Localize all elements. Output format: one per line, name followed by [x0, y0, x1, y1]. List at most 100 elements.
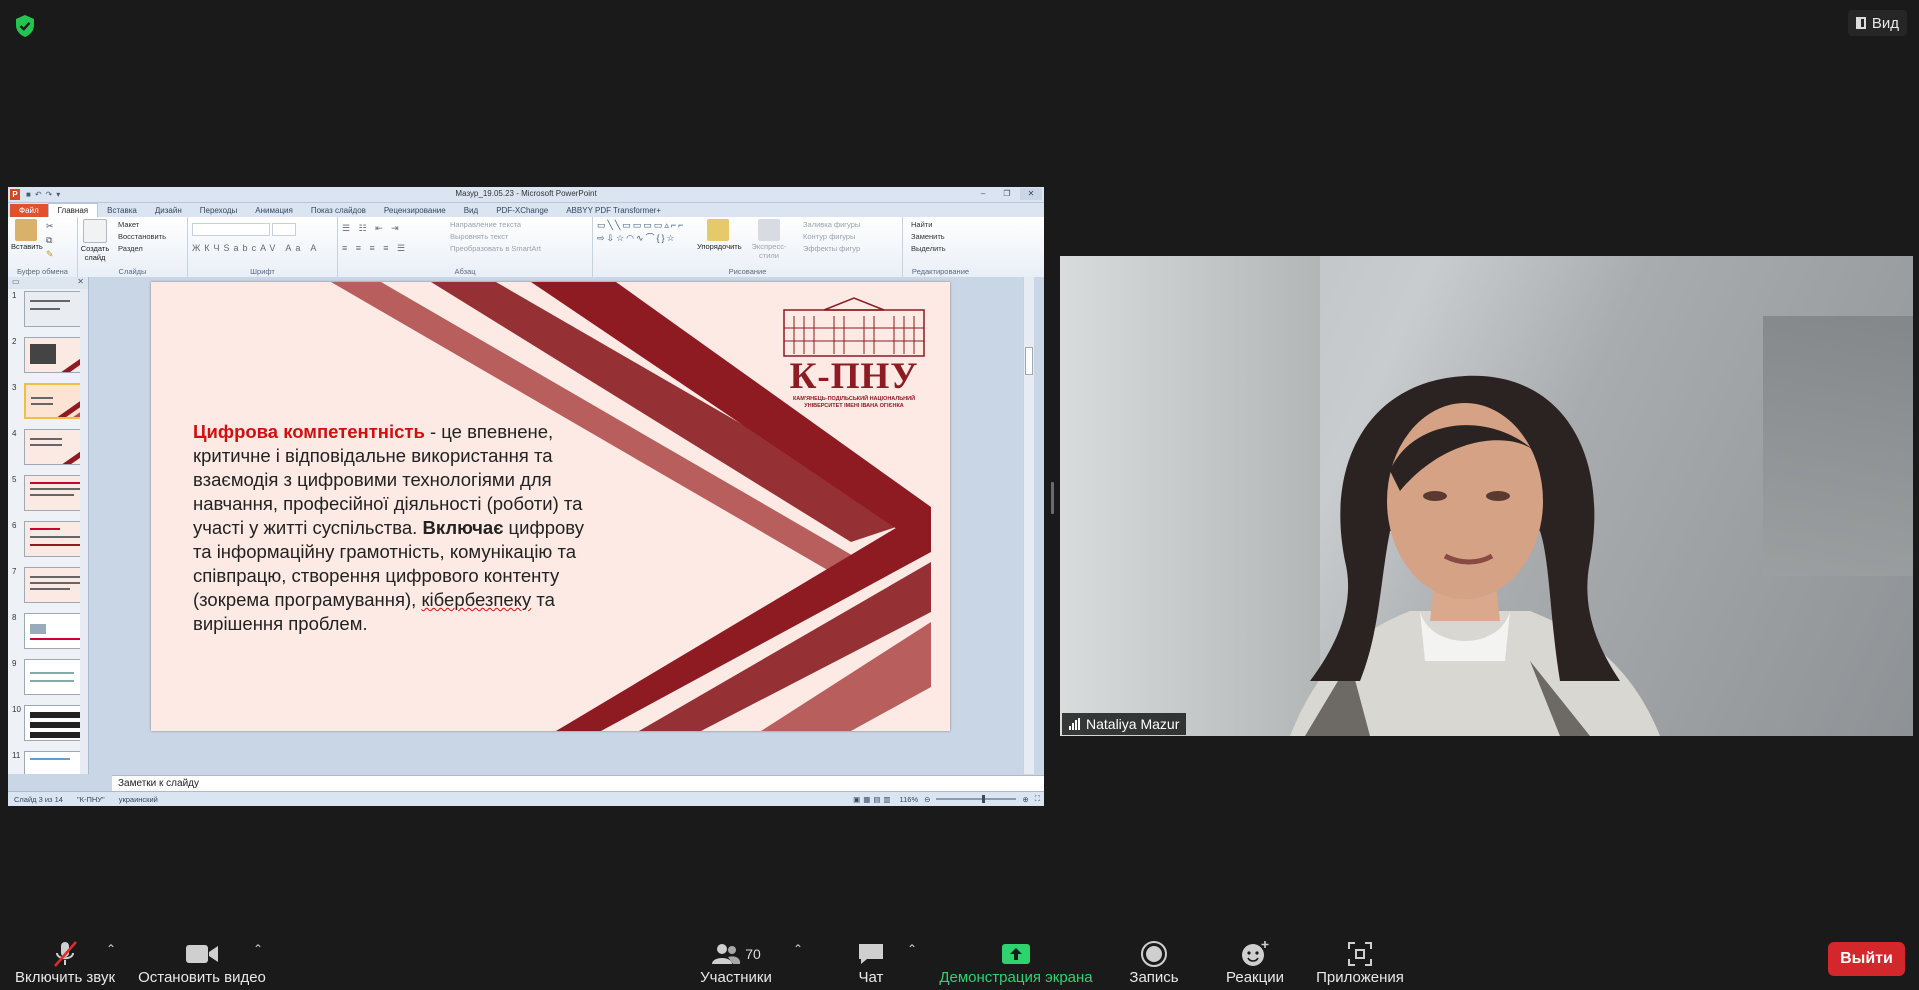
slide-thumbnail[interactable]: [24, 475, 88, 511]
thumbnail-row[interactable]: 6: [8, 519, 88, 565]
tab-insert[interactable]: Вставка: [98, 204, 146, 217]
shapes-gallery[interactable]: ▭╲╲▭▭▭▭▵⌐⌐⇨⇩☆◠∿⌒{}☆: [597, 219, 689, 261]
tab-design[interactable]: Дизайн: [146, 204, 191, 217]
slide-thumbnail[interactable]: [24, 705, 88, 741]
screen-share-button[interactable]: Демонстрация экрана: [934, 939, 1098, 986]
fit-slide-icon[interactable]: ⛶: [1035, 794, 1040, 804]
close-icon[interactable]: ✕: [1020, 188, 1042, 200]
thumbnail-row[interactable]: 4: [8, 427, 88, 473]
section-button[interactable]: Раздел: [118, 243, 166, 255]
participants-button[interactable]: 70 Участники: [692, 939, 780, 986]
thumbnail-row[interactable]: 2: [8, 335, 88, 381]
split-view-handle[interactable]: [1051, 482, 1054, 514]
video-options-chevron-up-icon[interactable]: ⌃: [253, 942, 263, 956]
tab-home[interactable]: Главная: [47, 203, 99, 217]
tab-abbyy[interactable]: ABBYY PDF Transformer+: [557, 204, 670, 217]
thumbs-tab-icon[interactable]: ▭: [12, 277, 20, 289]
quick-styles-button[interactable]: Экспресс-стили: [743, 219, 795, 260]
leave-meeting-button[interactable]: Выйти: [1828, 942, 1905, 976]
align-icons[interactable]: ≡ ≡ ≡ ≡ ☰: [342, 243, 408, 254]
slide-thumbnail[interactable]: [24, 659, 88, 695]
thumbnail-row[interactable]: 11: [8, 749, 88, 774]
thumbnail-row[interactable]: 3: [8, 381, 88, 427]
chat-button[interactable]: Чат: [840, 939, 902, 986]
slide-thumbnail[interactable]: [24, 291, 88, 327]
slide-scrollbar-thumb[interactable]: [1025, 347, 1033, 375]
unmute-button[interactable]: Включить звук: [12, 939, 118, 986]
zoom-out-icon[interactable]: ⊖: [924, 795, 930, 804]
align-text-button[interactable]: Выровнять текст: [450, 231, 541, 243]
slide-thumbnail[interactable]: [24, 751, 88, 774]
view-buttons[interactable]: ▣▦▤▥: [853, 795, 893, 804]
thumbnail-row[interactable]: 1: [8, 289, 88, 335]
text-direction-button[interactable]: Направление текста: [450, 219, 541, 231]
thumbnail-row[interactable]: 8: [8, 611, 88, 657]
slide-thumbnail[interactable]: [24, 521, 88, 557]
font-format-icons[interactable]: ЖКЧSabcAV Aa A: [192, 243, 320, 253]
record-button[interactable]: Запись: [1122, 939, 1186, 986]
participants-options-chevron-up-icon[interactable]: ⌃: [793, 942, 803, 956]
slide-thumbnail[interactable]: [24, 613, 88, 649]
shape-fill-button[interactable]: Заливка фигуры: [803, 219, 860, 231]
zoom-in-icon[interactable]: ⊕: [1022, 795, 1028, 804]
security-shield-icon[interactable]: [14, 14, 36, 38]
slides-group-label: Слайды: [118, 267, 147, 276]
audio-options-chevron-up-icon[interactable]: ⌃: [106, 942, 116, 956]
thumbs-close-icon[interactable]: ✕: [77, 277, 84, 289]
university-logo: К-ПНУ КАМ'ЯНЕЦЬ-ПОДІЛЬСЬКИЙ НАЦІОНАЛЬНИЙ…: [774, 296, 934, 409]
select-button[interactable]: Выделить: [911, 243, 946, 255]
logo-subtitle-2: УНІВЕРСИТЕТ ІМЕНІ ІВАНА ОГІЄНКА: [804, 403, 904, 409]
thumbnail-number: 6: [12, 521, 17, 530]
tab-pdf-xchange[interactable]: PDF-XChange: [487, 204, 557, 217]
paste-button[interactable]: Вставить: [11, 219, 43, 251]
shape-effects-button[interactable]: Эффекты фигур: [803, 243, 860, 255]
tab-slideshow[interactable]: Показ слайдов: [302, 204, 375, 217]
apps-button[interactable]: Приложения: [1312, 939, 1408, 986]
tab-view[interactable]: Вид: [455, 204, 487, 217]
current-slide[interactable]: К-ПНУ КАМ'ЯНЕЦЬ-ПОДІЛЬСЬКИЙ НАЦІОНАЛЬНИЙ…: [151, 282, 950, 731]
thumbnail-row[interactable]: 7: [8, 565, 88, 611]
slide-thumbnail[interactable]: [24, 567, 88, 603]
replace-button[interactable]: Заменить: [911, 231, 946, 243]
find-button[interactable]: Найти: [911, 219, 946, 231]
thumbnails-scrollbar[interactable]: [80, 289, 88, 774]
maximize-icon[interactable]: ❐: [996, 188, 1018, 200]
new-slide-button[interactable]: Создать слайд: [80, 219, 110, 262]
chat-options-chevron-up-icon[interactable]: ⌃: [907, 942, 917, 956]
participant-video[interactable]: Nataliya Mazur: [1060, 256, 1913, 736]
reactions-button[interactable]: Реакции: [1220, 939, 1290, 986]
tab-animation[interactable]: Анимация: [246, 204, 302, 217]
slide-thumbnail[interactable]: [24, 429, 88, 465]
shape-outline-button[interactable]: Контур фигуры: [803, 231, 860, 243]
tab-review[interactable]: Рецензирование: [375, 204, 455, 217]
stop-video-button[interactable]: Остановить видео: [136, 939, 268, 986]
slide-scrollbar[interactable]: [1023, 277, 1034, 774]
layout-button[interactable]: Макет: [118, 219, 166, 231]
slide-thumbnail[interactable]: [24, 337, 88, 373]
record-icon: [1122, 939, 1186, 969]
copy-icon[interactable]: ⧉: [46, 235, 52, 246]
thumbnail-row[interactable]: 10: [8, 703, 88, 749]
reactions-label: Реакции: [1226, 969, 1284, 986]
slide-thumbnail-selected[interactable]: [24, 383, 88, 419]
format-painter-icon[interactable]: ✎: [46, 249, 54, 260]
tab-transitions[interactable]: Переходы: [191, 204, 247, 217]
font-size-field[interactable]: [272, 223, 296, 236]
thumbnail-row[interactable]: 9: [8, 657, 88, 703]
slide-body-text[interactable]: Цифрова компетентність - це впевнене, кр…: [193, 420, 593, 636]
font-name-field[interactable]: [192, 223, 270, 236]
view-button[interactable]: Вид: [1847, 10, 1907, 36]
minimize-icon[interactable]: –: [972, 188, 994, 200]
slide-notes-field[interactable]: Заметки к слайду: [112, 775, 1044, 792]
list-icons[interactable]: ☰ ☷ ⇤ ⇥: [342, 223, 402, 234]
thumbnail-row[interactable]: 5: [8, 473, 88, 519]
convert-smartart-button[interactable]: Преобразовать в SmartArt: [450, 243, 541, 255]
thumbnail-number: 8: [12, 613, 17, 622]
arrange-button[interactable]: Упорядочить: [697, 219, 742, 251]
zoom-level[interactable]: 116%: [900, 795, 919, 804]
cut-icon[interactable]: ✂: [46, 221, 54, 232]
language-indicator[interactable]: украинский: [119, 795, 158, 804]
reset-button[interactable]: Восстановить: [118, 231, 166, 243]
zoom-slider[interactable]: [936, 795, 1017, 803]
tab-file[interactable]: Файл: [10, 204, 48, 217]
